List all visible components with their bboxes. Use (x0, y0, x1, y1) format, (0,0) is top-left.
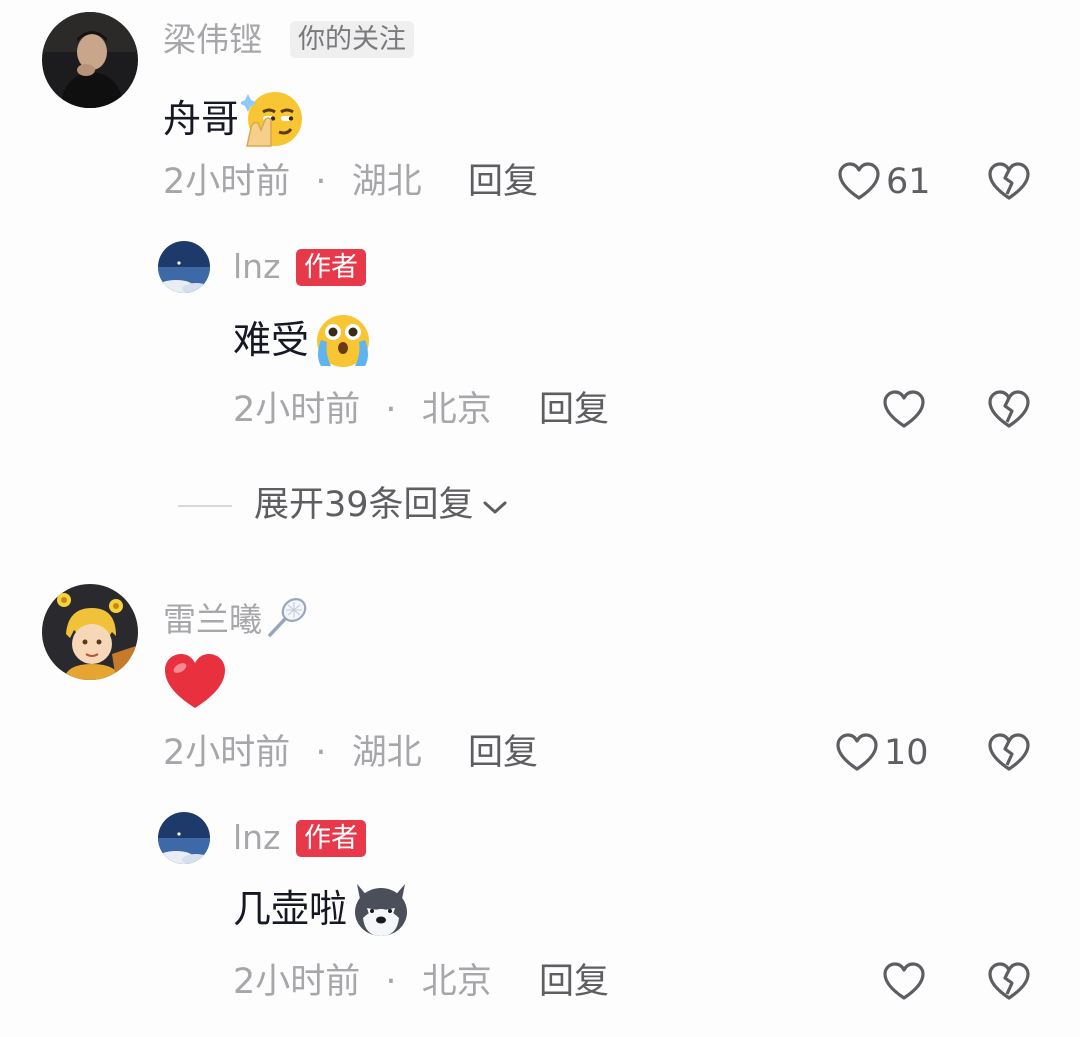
heart-outline-icon (883, 962, 925, 1002)
like-button[interactable]: 61 (838, 162, 931, 202)
reply-location: 北京 (421, 962, 492, 1002)
teary-face-emoji (311, 310, 375, 370)
comment-meta: 2小时前 · 湖北 (163, 165, 422, 200)
broken-heart-icon (988, 162, 1030, 200)
like-button[interactable] (883, 962, 925, 1002)
comment-text: 舟哥 (163, 88, 303, 150)
avatar[interactable] (158, 812, 210, 864)
comment-location: 湖北 (351, 733, 422, 773)
avatar[interactable] (158, 241, 210, 293)
broken-heart-icon (988, 390, 1030, 428)
comment-time: 2小时前 (163, 733, 291, 773)
dislike-button[interactable] (988, 162, 1030, 202)
reply-time: 2小时前 (233, 962, 361, 1002)
username[interactable]: 梁伟铿 (163, 23, 262, 56)
comment-text-content: 舟哥 (163, 97, 240, 141)
separator: · (385, 962, 397, 1002)
reply-meta: 2小时前 · 北京 (233, 965, 492, 1000)
comment-item: 梁伟铿 你的关注 舟哥 2小时前 · 湖北 回复 61 lnz 作者 难受 2小… (0, 0, 1080, 470)
broken-heart-icon (988, 962, 1030, 1000)
red-heart-emoji (163, 652, 227, 712)
dislike-button[interactable] (988, 962, 1030, 1002)
reply-button[interactable]: 回复 (468, 736, 538, 771)
like-count: 61 (886, 161, 931, 202)
separator: · (315, 733, 327, 773)
expand-replies-label: 展开39条回复 (254, 485, 474, 525)
reply-location: 北京 (421, 390, 492, 430)
username[interactable]: lnz (233, 250, 280, 283)
username[interactable]: lnz (233, 821, 280, 854)
comment-time: 2小时前 (163, 162, 291, 202)
heart-outline-icon (838, 162, 880, 202)
comment-item: 雷兰曦 2小时前 · 湖北 回复 10 lnz 作者 几壶啦 2小时前 · 北京… (0, 570, 1080, 1037)
comment-location: 湖北 (351, 162, 422, 202)
username[interactable]: 雷兰曦 (163, 595, 310, 644)
reply-button[interactable]: 回复 (539, 393, 609, 428)
reply-text-content: 几壶啦 (233, 887, 348, 931)
divider (178, 504, 232, 507)
broken-heart-icon (988, 733, 1030, 771)
reply-time: 2小时前 (233, 390, 361, 430)
expand-replies-button[interactable]: 展开39条回复 (178, 488, 508, 523)
like-button[interactable] (883, 390, 925, 430)
dislike-button[interactable] (988, 733, 1030, 773)
reply-text-content: 难受 (233, 318, 310, 362)
author-badge: 作者 (296, 249, 366, 286)
reply-text: 难受 (233, 310, 375, 370)
avatar[interactable] (42, 12, 138, 108)
separator: · (385, 390, 397, 430)
comment-text (163, 652, 227, 712)
comment-meta: 2小时前 · 湖北 (163, 736, 422, 771)
smirk-shush-emoji (241, 88, 303, 150)
author-badge: 作者 (296, 820, 366, 857)
badminton-racket-emoji (264, 595, 310, 644)
heart-outline-icon (883, 390, 925, 430)
reply-text: 几壶啦 (233, 878, 413, 940)
reply-button[interactable]: 回复 (539, 965, 609, 1000)
username-text: 雷兰曦 (163, 600, 262, 639)
like-count: 10 (884, 732, 929, 773)
reply-button[interactable]: 回复 (468, 165, 538, 200)
husky-dog-emoji (349, 878, 413, 940)
following-badge: 你的关注 (290, 21, 414, 58)
avatar[interactable] (42, 584, 138, 680)
heart-outline-icon (836, 733, 878, 773)
like-button[interactable]: 10 (836, 733, 929, 773)
dislike-button[interactable] (988, 390, 1030, 430)
chevron-down-icon (482, 488, 508, 523)
separator: · (315, 162, 327, 202)
reply-meta: 2小时前 · 北京 (233, 393, 492, 428)
